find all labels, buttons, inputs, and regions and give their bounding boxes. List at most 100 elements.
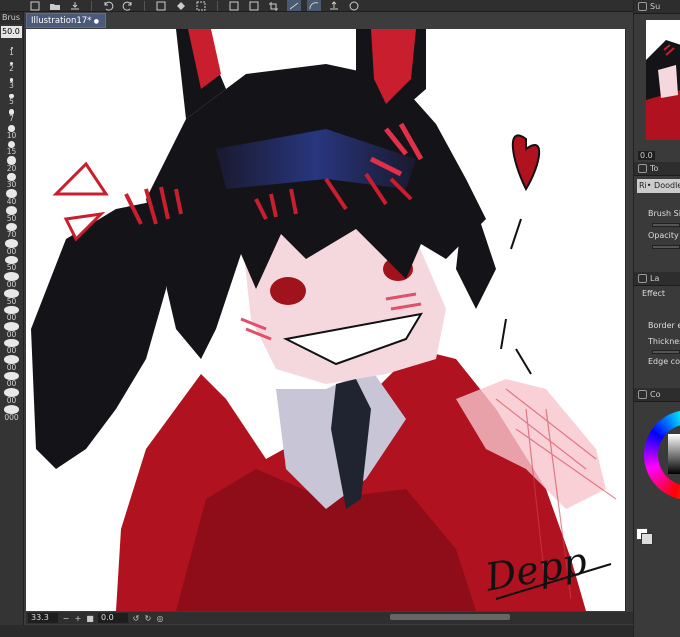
canvas-horizontal-scrollbar[interactable]	[390, 614, 510, 620]
export-icon[interactable]	[327, 0, 341, 11]
brush-size-label: 2	[9, 64, 14, 74]
color-wheel-panel: Co	[634, 388, 680, 588]
brush-size-item[interactable]: 20	[0, 156, 23, 173]
redo-icon[interactable]	[121, 0, 135, 11]
zoom-out-icon[interactable]: −	[62, 614, 70, 623]
snap-ruler-icon[interactable]	[287, 0, 301, 11]
brush-size-label: 3	[9, 80, 14, 90]
invert-selection-icon[interactable]	[247, 0, 261, 11]
brush-size-item[interactable]: 40	[0, 189, 23, 206]
brush-size-item[interactable]: 50	[0, 255, 23, 273]
saturation-value-square[interactable]	[668, 434, 680, 474]
opacity-slider[interactable]	[652, 245, 680, 249]
navigator-controls: 0.0	[634, 148, 680, 162]
zoom-value[interactable]: 33.3	[28, 613, 58, 623]
brush-size-item[interactable]: 15	[0, 140, 23, 157]
brush-size-item[interactable]: 00	[0, 239, 23, 256]
brush-size-item[interactable]: 000	[0, 405, 23, 422]
canvas[interactable]: Depp	[26, 29, 633, 611]
clip-studio-window: Brus 50.0 1 2 3 5 7 10 15 20 30 40 50 70 00 50 00 50 00 0…	[0, 0, 680, 637]
rotation-value[interactable]: 0.0	[98, 613, 128, 623]
brush-size-item[interactable]: 10	[0, 123, 23, 140]
color-swatch[interactable]	[636, 528, 653, 545]
toolbar-divider	[91, 0, 92, 11]
brush-size-item[interactable]: 00	[0, 305, 23, 323]
brush-name[interactable]: Ri• Doodle	[637, 179, 680, 193]
brush-size-label: 10	[6, 130, 17, 140]
right-dock: Su 0.0 To Ri• Doodle Brush Si Opacity La…	[633, 0, 680, 637]
brush-size-item[interactable]: 00	[0, 272, 23, 289]
brush-size-label: 50	[6, 213, 17, 223]
border-effect-label[interactable]: Border e	[634, 318, 680, 334]
toolbar-divider	[217, 0, 218, 11]
opacity-label: Opacity	[648, 231, 679, 240]
reset-rotation-icon[interactable]: ◎	[156, 614, 164, 623]
selection-icon[interactable]	[227, 0, 241, 11]
brush-size-item[interactable]: 2	[0, 57, 23, 74]
save-icon[interactable]	[68, 0, 82, 11]
brush-size-label: 50	[6, 296, 17, 306]
tab-close-icon[interactable]: ●	[94, 14, 99, 27]
brush-size-label: 000	[4, 412, 19, 422]
brush-size-label: 1	[9, 47, 14, 57]
rotate-right-icon[interactable]: ↻	[144, 614, 152, 623]
open-folder-icon[interactable]	[48, 0, 62, 11]
document-tab[interactable]: Illustration17* ●	[26, 13, 106, 28]
brush-size-item[interactable]: 00	[0, 388, 23, 405]
brush-size-item[interactable]: 1	[0, 40, 23, 57]
brush-size-label: 00	[6, 329, 17, 339]
layer-property-tab-label: La	[650, 274, 660, 283]
navigator-thumbnail-image	[646, 20, 680, 140]
brush-size-item[interactable]: 00	[0, 371, 23, 389]
navigator-thumbnail[interactable]	[646, 20, 680, 140]
help-icon[interactable]	[347, 0, 361, 11]
layer-property-tab[interactable]: La	[634, 272, 680, 286]
tool-property-tab[interactable]: To	[634, 162, 680, 176]
brush-size-label: 7	[9, 113, 14, 123]
navigator-panel: Su	[634, 0, 680, 148]
brush-size-label: 00	[6, 246, 17, 256]
brush-size-item[interactable]: 00	[0, 322, 23, 339]
tool-property-tab-label: To	[650, 164, 659, 173]
brush-size-label: 70	[6, 230, 17, 240]
color-wheel-tab[interactable]: Co	[634, 388, 680, 402]
undo-icon[interactable]	[101, 0, 115, 11]
crop-icon[interactable]	[267, 0, 281, 11]
fill-icon[interactable]	[174, 0, 188, 11]
brush-size-item[interactable]: 7	[0, 106, 23, 123]
clear-icon[interactable]	[154, 0, 168, 11]
brush-size-item[interactable]: 3	[0, 73, 23, 90]
bottom-bar	[0, 625, 633, 637]
thickness-label: Thicknes	[648, 337, 680, 346]
layer-icon	[638, 274, 647, 283]
brush-size-item[interactable]: 00	[0, 338, 23, 356]
zoom-in-icon[interactable]: +	[74, 614, 82, 623]
brush-icon	[638, 164, 647, 173]
fit-icon[interactable]: ■	[86, 614, 94, 623]
layer-property-panel: La Effect Border e Thicknes Edge co	[634, 272, 680, 388]
canvas-vertical-scrollbar[interactable]	[625, 29, 633, 611]
brush-size-item[interactable]: 5	[0, 90, 23, 107]
navigator-panel-tab[interactable]: Su	[634, 0, 680, 14]
brush-size-label: 20	[6, 163, 17, 173]
navigator-tab-label: Su	[650, 2, 661, 11]
brush-size-item[interactable]: 50	[0, 288, 23, 306]
brush-size-item[interactable]: 30	[0, 172, 23, 190]
rotate-left-icon[interactable]: ↺	[132, 614, 140, 623]
brush-size-item[interactable]: 50	[0, 205, 23, 223]
new-icon[interactable]	[28, 0, 42, 11]
tool-property-panel: To Ri• Doodle Brush Si Opacity	[634, 162, 680, 272]
transform-icon[interactable]	[194, 0, 208, 11]
brush-size-label: 00	[6, 379, 17, 389]
brush-size-label: 30	[6, 180, 17, 190]
navigator-icon	[638, 2, 647, 11]
brush-size-label: 00	[6, 396, 17, 406]
sub-color-swatch[interactable]	[641, 533, 653, 545]
brush-size-value[interactable]: 50.0	[1, 26, 22, 38]
snap-guide-icon[interactable]	[307, 0, 321, 11]
brush-size-item[interactable]: 70	[0, 222, 23, 240]
effect-label: Effect	[642, 289, 666, 298]
navigator-zoom-field[interactable]: 0.0	[638, 150, 655, 160]
brush-size-label: Brush Si	[648, 209, 680, 218]
brush-size-item[interactable]: 00	[0, 355, 23, 372]
